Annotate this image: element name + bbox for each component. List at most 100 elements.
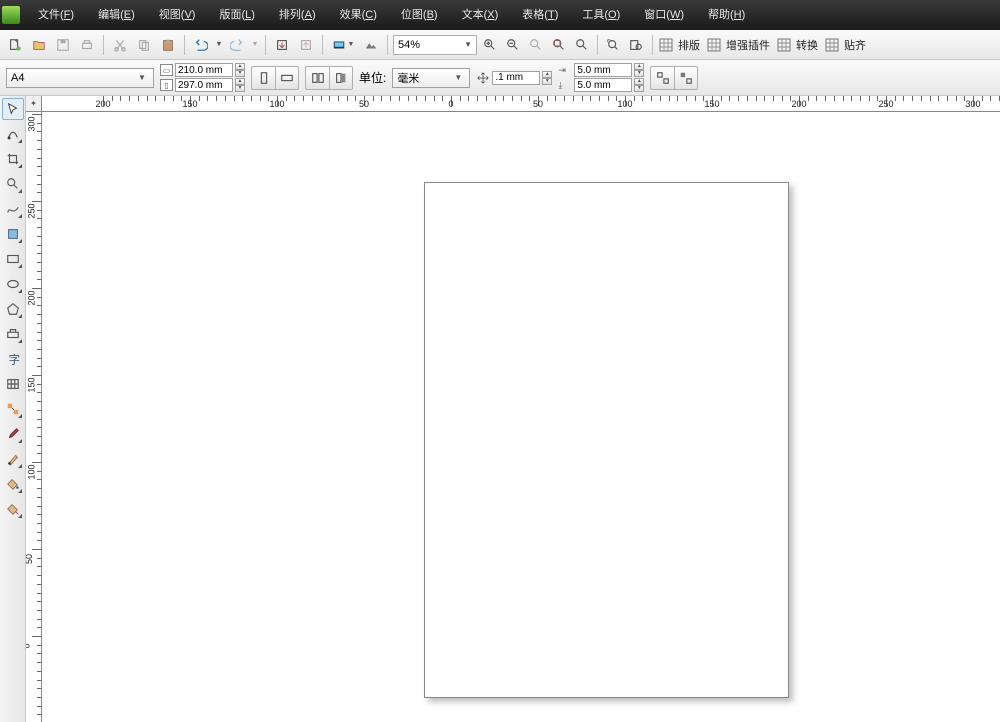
dup-x-icon: ⇥ <box>558 65 572 76</box>
snap-group[interactable]: 贴齐 <box>824 37 866 53</box>
current-page-button[interactable] <box>329 66 353 90</box>
copy-button[interactable] <box>133 34 155 56</box>
preview-button[interactable] <box>625 34 647 56</box>
horizontal-ruler[interactable]: 20015010050050100150200250300 <box>26 96 1000 112</box>
outline-tool[interactable] <box>2 448 24 470</box>
plugin-group[interactable]: 增强插件 <box>706 37 770 53</box>
nudge-icon <box>476 71 490 85</box>
dup-y-input[interactable]: 5.0 mm <box>574 78 632 92</box>
shape-tool[interactable] <box>2 123 24 145</box>
snap-objects-button[interactable] <box>650 66 674 90</box>
redo-dropdown[interactable]: ▼ <box>250 34 260 56</box>
zoom-combo[interactable]: 54% ▼ <box>393 35 477 55</box>
page-height-input[interactable]: 297.0 mm <box>175 78 233 92</box>
height-spinner[interactable]: ▲▼ <box>235 78 245 92</box>
unit-value: 毫米 <box>397 70 419 86</box>
svg-text:字: 字 <box>8 352 19 366</box>
treat-as-filled-button[interactable] <box>674 66 698 90</box>
portrait-button[interactable] <box>251 66 275 90</box>
menu-w[interactable]: 窗口(W) <box>632 0 696 30</box>
dropdown-arrow-icon: ▼ <box>464 40 472 49</box>
export-button[interactable] <box>295 34 317 56</box>
ruler-origin[interactable]: ✦ <box>26 96 42 112</box>
convert-group[interactable]: 转换 <box>776 37 818 53</box>
landscape-button[interactable] <box>275 66 299 90</box>
open-button[interactable] <box>28 34 50 56</box>
layout-group[interactable]: 排版 <box>658 37 700 53</box>
zoom-all-button[interactable] <box>548 34 570 56</box>
rectangle-tool[interactable] <box>2 248 24 270</box>
print-button[interactable] <box>76 34 98 56</box>
import-button[interactable] <box>271 34 293 56</box>
dupy-spinner[interactable]: ▲▼ <box>634 78 644 92</box>
vertical-ruler[interactable]: 300250200150100500 <box>26 112 42 722</box>
new-button[interactable] <box>4 34 26 56</box>
pick-tool[interactable] <box>2 98 24 120</box>
cut-button[interactable] <box>109 34 131 56</box>
save-button[interactable] <box>52 34 74 56</box>
fill-tool[interactable] <box>2 473 24 495</box>
menu-b[interactable]: 位图(B) <box>389 0 450 30</box>
zoom-in-button[interactable] <box>479 34 501 56</box>
nudge-spinner[interactable]: ▲▼ <box>542 71 552 85</box>
width-icon: ▭ <box>160 64 173 76</box>
menu-x[interactable]: 文本(X) <box>450 0 511 30</box>
zoom-tool[interactable] <box>2 173 24 195</box>
menu-v[interactable]: 视图(V) <box>147 0 208 30</box>
menu-f[interactable]: 文件(F) <box>26 0 86 30</box>
page-dimensions: ▭ 210.0 mm ▲▼ ▯ 297.0 mm ▲▼ <box>160 63 245 92</box>
standard-toolbar: ▼ ▼ ▼ 54% ▼ 排版增强插件转换贴齐 <box>0 30 1000 60</box>
page <box>424 182 789 698</box>
canvas-area[interactable] <box>42 112 1000 722</box>
text-tool[interactable]: 字 <box>2 348 24 370</box>
interactive-fill-tool[interactable] <box>2 498 24 520</box>
orientation-toggle <box>251 66 299 90</box>
freehand-tool[interactable] <box>2 198 24 220</box>
menu-o[interactable]: 工具(O) <box>570 0 632 30</box>
dropdown-arrow-icon: ▼ <box>451 73 465 82</box>
undo-button[interactable] <box>190 34 212 56</box>
nudge-input[interactable]: .1 mm <box>492 71 540 85</box>
snap-toggle <box>650 66 698 90</box>
basic-shapes-tool[interactable] <box>2 323 24 345</box>
menu-h[interactable]: 帮助(H) <box>696 0 757 30</box>
zoom-out-button[interactable] <box>502 34 524 56</box>
width-spinner[interactable]: ▲▼ <box>235 63 245 77</box>
paste-button[interactable] <box>157 34 179 56</box>
dup-x-input[interactable]: 5.0 mm <box>574 63 632 77</box>
undo-dropdown[interactable]: ▼ <box>214 34 224 56</box>
fullscreen-button[interactable] <box>602 34 624 56</box>
publish-button[interactable]: ▼ <box>328 34 358 56</box>
zoom-selection-button[interactable] <box>525 34 547 56</box>
eyedropper-tool[interactable] <box>2 423 24 445</box>
polygon-tool[interactable] <box>2 298 24 320</box>
menu-bar: 文件(F)编辑(E)视图(V)版面(L)排列(A)效果(C)位图(B)文本(X)… <box>0 0 1000 30</box>
paper-size-value: A4 <box>11 72 24 84</box>
dup-y-icon: ⤓ <box>558 80 572 91</box>
dupx-spinner[interactable]: ▲▼ <box>634 63 644 77</box>
crop-tool[interactable] <box>2 148 24 170</box>
redo-button[interactable] <box>226 34 248 56</box>
app-logo-icon <box>2 6 20 24</box>
paper-size-combo[interactable]: A4 ▼ <box>6 68 154 88</box>
property-bar: A4 ▼ ▭ 210.0 mm ▲▼ ▯ 297.0 mm ▲▼ 单位: 毫米 … <box>0 60 1000 96</box>
ellipse-tool[interactable] <box>2 273 24 295</box>
menu-l[interactable]: 版面(L) <box>207 0 266 30</box>
toolbox: 字 <box>0 96 26 722</box>
menu-a[interactable]: 排列(A) <box>267 0 328 30</box>
menu-e[interactable]: 编辑(E) <box>86 0 147 30</box>
page-scope-toggle <box>305 66 353 90</box>
menu-c[interactable]: 效果(C) <box>328 0 389 30</box>
unit-label: 单位: <box>359 69 386 86</box>
unit-combo[interactable]: 毫米 ▼ <box>392 68 470 88</box>
page-width-input[interactable]: 210.0 mm <box>175 63 233 77</box>
zoom-value: 54% <box>398 39 420 51</box>
menu-t[interactable]: 表格(T) <box>510 0 570 30</box>
welcome-button[interactable] <box>360 34 382 56</box>
zoom-page-button[interactable] <box>571 34 593 56</box>
all-pages-button[interactable] <box>305 66 329 90</box>
table-tool[interactable] <box>2 373 24 395</box>
dimension-tool[interactable] <box>2 398 24 420</box>
smart-fill-tool[interactable] <box>2 223 24 245</box>
height-icon: ▯ <box>160 79 173 91</box>
